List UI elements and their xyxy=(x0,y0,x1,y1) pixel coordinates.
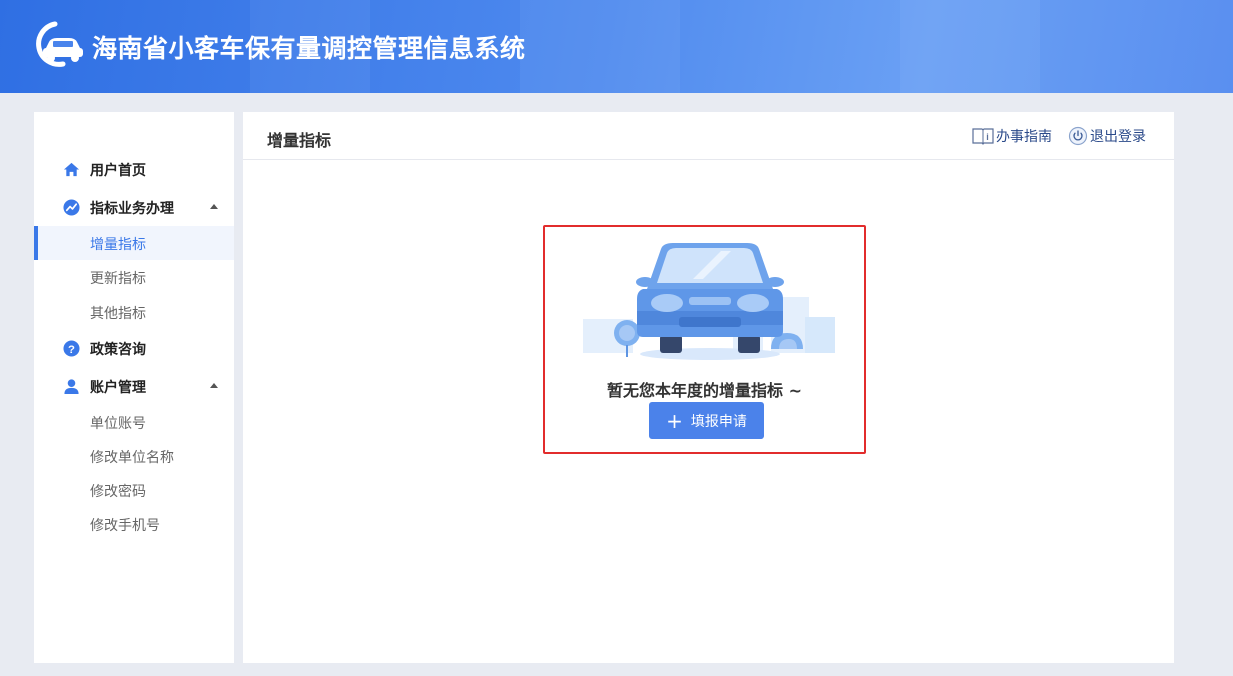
sidebar-item-label: 更新指标 xyxy=(90,271,146,287)
sidebar-group-quota-business[interactable]: 指标业务办理 xyxy=(34,190,234,224)
sidebar-item-edit-unit-name[interactable]: 修改单位名称 xyxy=(34,439,234,473)
empty-message: 暂无您本年度的增量指标 ~ xyxy=(607,381,802,400)
page-title: 增量指标 xyxy=(267,131,332,150)
guide-link-label: 办事指南 xyxy=(996,129,1052,145)
banner-decoration xyxy=(520,0,680,93)
banner-decoration xyxy=(900,0,1040,93)
car-illustration-icon xyxy=(583,243,835,360)
caret-up-icon xyxy=(210,383,218,388)
sidebar-item-label: 增量指标 xyxy=(90,237,146,253)
sidebar-group-label: 指标业务办理 xyxy=(90,201,174,217)
svg-text:i: i xyxy=(986,132,989,142)
sidebar-item-home[interactable]: 用户首页 xyxy=(34,152,234,186)
sidebar-item-label: 政策咨询 xyxy=(90,342,146,358)
user-icon xyxy=(64,379,79,395)
sidebar-item-label: 单位账号 xyxy=(90,416,146,432)
apply-button-label: 填报申请 xyxy=(690,413,747,430)
main-header: 增量指标 i 办事指南 退出登录 xyxy=(243,112,1174,160)
logout-link-label: 退出登录 xyxy=(1090,129,1146,145)
sidebar-item-label: 修改密码 xyxy=(90,484,146,500)
sidebar-item-renewal-quota[interactable]: 更新指标 xyxy=(34,260,234,294)
sidebar-item-unit-account[interactable]: 单位账号 xyxy=(34,405,234,439)
empty-state-box: 暂无您本年度的增量指标 ~ + 填报申请 xyxy=(543,225,866,454)
main-panel: 增量指标 i 办事指南 退出登录 暂无您本年度的增量指标 ~ + 填报申请 xyxy=(243,112,1174,663)
plus-icon: + xyxy=(666,408,683,433)
car-logo-icon xyxy=(36,21,83,67)
sidebar-item-change-password[interactable]: 修改密码 xyxy=(34,473,234,507)
app-title: 海南省小客车保有量调控管理信息系统 xyxy=(92,34,526,63)
logout-link[interactable]: 退出登录 xyxy=(1068,126,1146,146)
book-icon: i xyxy=(972,128,994,145)
sidebar-group-account[interactable]: 账户管理 xyxy=(34,369,234,403)
sidebar-item-label: 其他指标 xyxy=(90,306,146,322)
sidebar-item-other-quota[interactable]: 其他指标 xyxy=(34,295,234,329)
sidebar-item-label: 修改单位名称 xyxy=(90,450,174,466)
sidebar-item-policy[interactable]: ? 政策咨询 xyxy=(34,331,234,365)
sidebar-group-label: 账户管理 xyxy=(90,380,146,396)
question-icon: ? xyxy=(63,340,80,357)
sidebar-item-increment-quota[interactable]: 增量指标 xyxy=(34,226,234,260)
power-icon xyxy=(1068,126,1088,146)
guide-link[interactable]: i 办事指南 xyxy=(972,126,1052,146)
apply-button[interactable]: + 填报申请 xyxy=(649,402,764,439)
sidebar: 用户首页 指标业务办理 增量指标 更新指标 其他指标 ? 政策咨询 账户管理 单 xyxy=(34,112,234,663)
sidebar-item-label: 修改手机号 xyxy=(90,518,160,534)
svg-text:?: ? xyxy=(68,344,75,356)
trend-icon xyxy=(63,199,80,216)
home-icon xyxy=(63,162,80,177)
sidebar-item-change-phone[interactable]: 修改手机号 xyxy=(34,507,234,541)
caret-up-icon xyxy=(210,204,218,209)
top-banner: 海南省小客车保有量调控管理信息系统 xyxy=(0,0,1233,93)
sidebar-item-label: 用户首页 xyxy=(90,163,146,179)
